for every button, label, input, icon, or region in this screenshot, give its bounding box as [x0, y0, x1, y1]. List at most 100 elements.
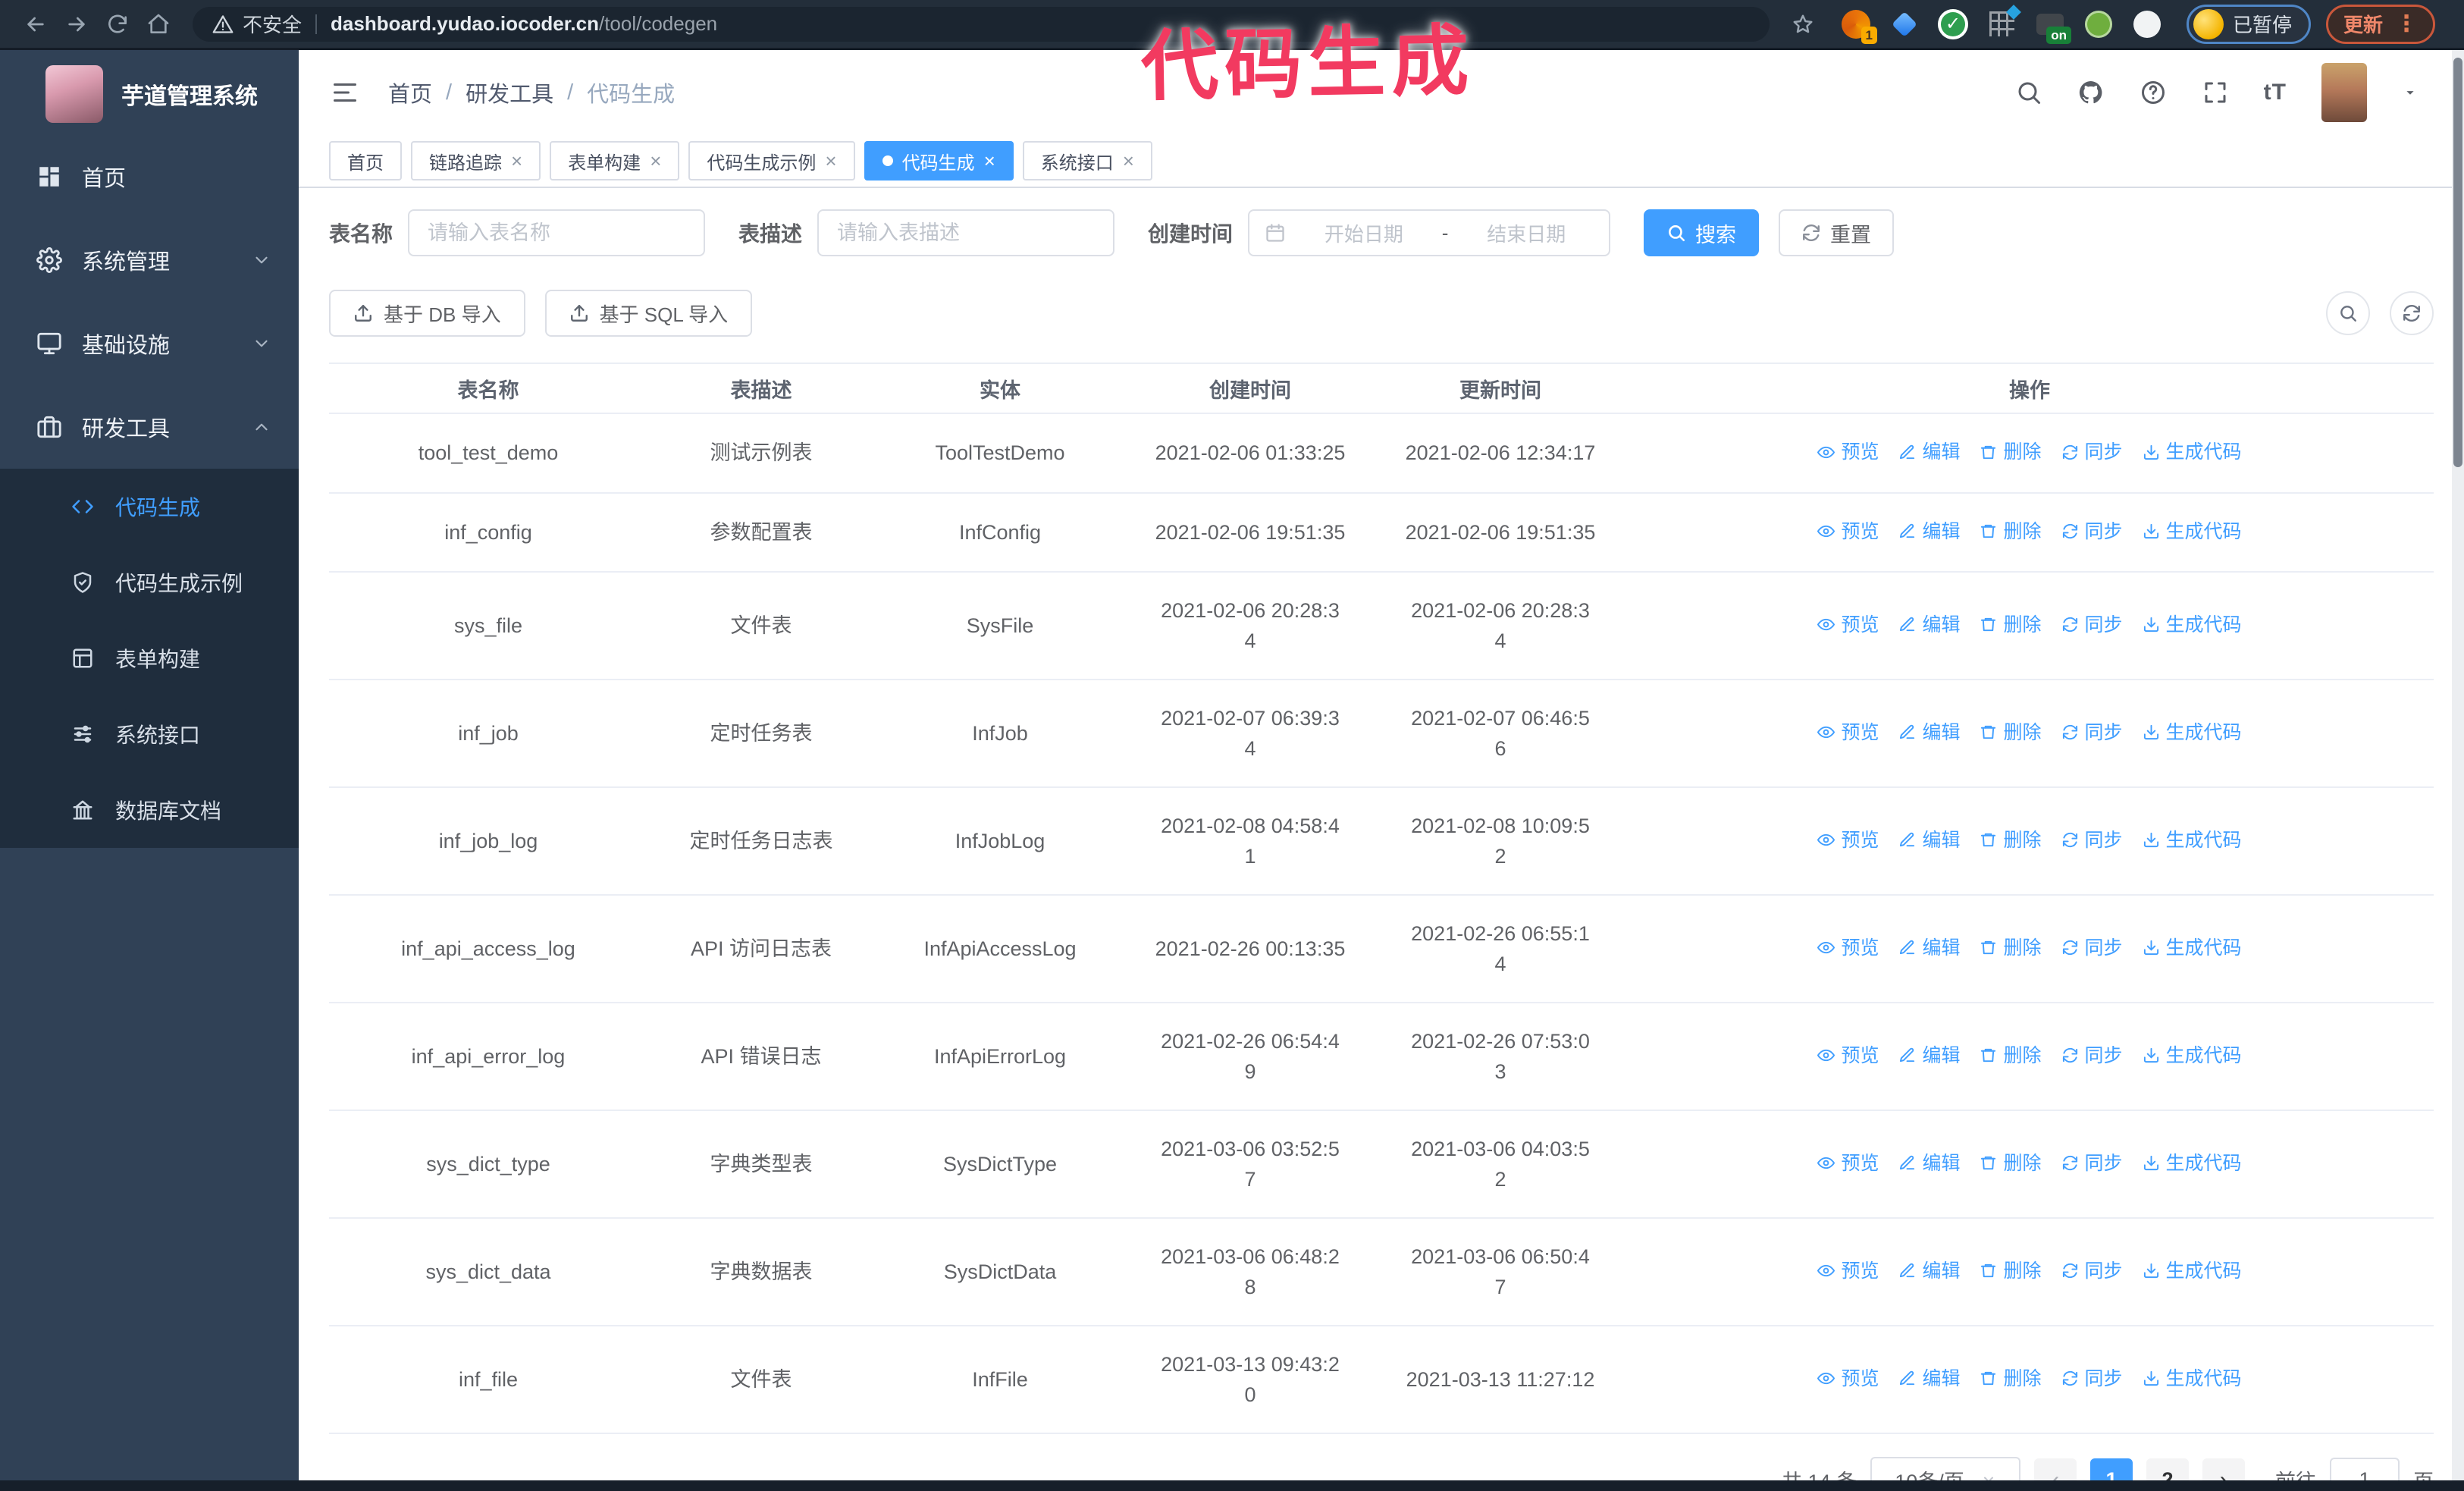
row-action-link[interactable]: 同步 — [2061, 933, 2123, 963]
tab-4[interactable]: 代码生成 × — [864, 141, 1014, 180]
close-icon[interactable]: × — [984, 151, 995, 171]
tab-1[interactable]: 链路追踪 × — [411, 141, 541, 180]
generate-code-link[interactable]: 生成代码 — [2143, 1364, 2242, 1394]
row-action-link[interactable]: 同步 — [2061, 825, 2123, 855]
reload-button[interactable] — [100, 7, 135, 42]
sidebar-subitem-3[interactable]: 系统接口 — [0, 696, 299, 772]
extension-grid-icon[interactable] — [1985, 8, 2018, 41]
date-start-placeholder[interactable]: 开始日期 — [1296, 219, 1431, 247]
row-action-link[interactable]: 删除 — [1980, 1364, 2042, 1394]
close-icon[interactable]: × — [650, 151, 661, 171]
row-action-link[interactable]: 删除 — [1980, 1041, 2042, 1071]
caret-down-icon[interactable] — [2402, 84, 2419, 101]
overflow-menu-icon[interactable]: ⋮ — [2395, 11, 2418, 37]
date-range-picker[interactable]: 开始日期 - 结束日期 — [1248, 209, 1611, 256]
hamburger-icon[interactable] — [329, 79, 361, 106]
tab-2[interactable]: 表单构建 × — [550, 141, 680, 180]
row-action-link[interactable]: 编辑 — [1898, 1256, 1960, 1286]
address-bar[interactable]: 不安全 dashboard.yudao.iocoder.cn/tool/code… — [193, 6, 1770, 42]
row-action-link[interactable]: 同步 — [2061, 1364, 2123, 1394]
row-action-link[interactable]: 删除 — [1980, 437, 2042, 467]
row-action-link[interactable]: 同步 — [2061, 1256, 2123, 1286]
generate-code-link[interactable]: 生成代码 — [2143, 437, 2242, 467]
tab-3[interactable]: 代码生成示例 × — [688, 141, 855, 180]
row-action-link[interactable]: 预览 — [1817, 1148, 1879, 1179]
generate-code-link[interactable]: 生成代码 — [2143, 1041, 2242, 1071]
row-action-link[interactable]: 同步 — [2061, 516, 2123, 547]
sidebar-logo-row[interactable]: 芋道管理系统 — [0, 50, 299, 135]
breadcrumb-item-0[interactable]: 首页 — [388, 77, 432, 108]
extension-gem-icon[interactable] — [1888, 8, 1921, 41]
home-button[interactable] — [141, 7, 176, 42]
toggle-search-button[interactable] — [2326, 291, 2370, 335]
user-avatar[interactable] — [2321, 63, 2367, 122]
refresh-table-button[interactable] — [2390, 291, 2434, 335]
row-action-link[interactable]: 预览 — [1817, 717, 1879, 748]
import-sql-button[interactable]: 基于 SQL 导入 — [544, 290, 753, 337]
row-action-link[interactable]: 删除 — [1980, 717, 2042, 748]
row-action-link[interactable]: 同步 — [2061, 437, 2123, 467]
generate-code-link[interactable]: 生成代码 — [2143, 717, 2242, 748]
tab-5[interactable]: 系统接口 × — [1022, 141, 1152, 180]
row-action-link[interactable]: 删除 — [1980, 933, 2042, 963]
profile-chip[interactable]: 已暂停 — [2187, 4, 2312, 44]
forward-button[interactable] — [59, 7, 94, 42]
row-action-link[interactable]: 编辑 — [1898, 437, 1960, 467]
scrollbar-thumb[interactable] — [2453, 58, 2462, 467]
search-icon[interactable] — [2015, 79, 2042, 106]
bookmark-star-icon[interactable] — [1786, 8, 1820, 41]
extension-puzzle-icon[interactable] — [2130, 8, 2164, 41]
row-action-link[interactable]: 同步 — [2061, 610, 2123, 640]
row-action-link[interactable]: 编辑 — [1898, 1148, 1960, 1179]
back-button[interactable] — [18, 7, 53, 42]
row-action-link[interactable]: 删除 — [1980, 610, 2042, 640]
row-action-link[interactable]: 预览 — [1817, 825, 1879, 855]
sidebar-item-1[interactable]: 系统管理 — [0, 218, 299, 302]
generate-code-link[interactable]: 生成代码 — [2143, 825, 2242, 855]
generate-code-link[interactable]: 生成代码 — [2143, 610, 2242, 640]
row-action-link[interactable]: 编辑 — [1898, 516, 1960, 547]
row-action-link[interactable]: 预览 — [1817, 1364, 1879, 1394]
extension-orange-icon[interactable]: 1 — [1839, 8, 1877, 44]
table-desc-input[interactable] — [817, 209, 1115, 256]
table-name-input[interactable] — [408, 209, 706, 256]
date-end-placeholder[interactable]: 结束日期 — [1459, 219, 1594, 247]
row-action-link[interactable]: 同步 — [2061, 717, 2123, 748]
row-action-link[interactable]: 删除 — [1980, 516, 2042, 547]
sidebar-subitem-0[interactable]: 代码生成 — [0, 469, 299, 545]
import-db-button[interactable]: 基于 DB 导入 — [329, 290, 525, 337]
sidebar-subitem-1[interactable]: 代码生成示例 — [0, 545, 299, 620]
generate-code-link[interactable]: 生成代码 — [2143, 933, 2242, 963]
generate-code-link[interactable]: 生成代码 — [2143, 1256, 2242, 1286]
sidebar-subitem-4[interactable]: 数据库文档 — [0, 772, 299, 848]
row-action-link[interactable]: 编辑 — [1898, 717, 1960, 748]
close-icon[interactable]: × — [511, 151, 522, 171]
close-icon[interactable]: × — [825, 151, 836, 171]
row-action-link[interactable]: 编辑 — [1898, 610, 1960, 640]
row-action-link[interactable]: 编辑 — [1898, 1041, 1960, 1071]
row-action-link[interactable]: 编辑 — [1898, 1364, 1960, 1394]
row-action-link[interactable]: 预览 — [1817, 610, 1879, 640]
row-action-link[interactable]: 删除 — [1980, 825, 2042, 855]
row-action-link[interactable]: 删除 — [1980, 1256, 2042, 1286]
font-size-icon[interactable]: tT — [2264, 80, 2287, 105]
sidebar-item-3[interactable]: 研发工具 — [0, 385, 299, 469]
row-action-link[interactable]: 预览 — [1817, 1041, 1879, 1071]
fullscreen-icon[interactable] — [2202, 79, 2229, 106]
help-icon[interactable] — [2140, 79, 2167, 106]
tab-0[interactable]: 首页 — [329, 141, 402, 180]
search-button[interactable]: 搜索 — [1644, 209, 1760, 256]
update-button[interactable]: 更新 ⋮ — [2326, 4, 2436, 44]
sidebar-item-2[interactable]: 基础设施 — [0, 302, 299, 385]
row-action-link[interactable]: 同步 — [2061, 1041, 2123, 1071]
row-action-link[interactable]: 预览 — [1817, 933, 1879, 963]
generate-code-link[interactable]: 生成代码 — [2143, 1148, 2242, 1179]
row-action-link[interactable]: 编辑 — [1898, 933, 1960, 963]
extension-on-icon[interactable]: on — [2033, 8, 2071, 44]
row-action-link[interactable]: 删除 — [1980, 1148, 2042, 1179]
reset-button[interactable]: 重置 — [1779, 209, 1895, 256]
extension-check-icon[interactable] — [1936, 8, 1970, 41]
sidebar-item-0[interactable]: 首页 — [0, 135, 299, 218]
row-action-link[interactable]: 编辑 — [1898, 825, 1960, 855]
breadcrumb-item-1[interactable]: 研发工具 — [466, 77, 553, 108]
